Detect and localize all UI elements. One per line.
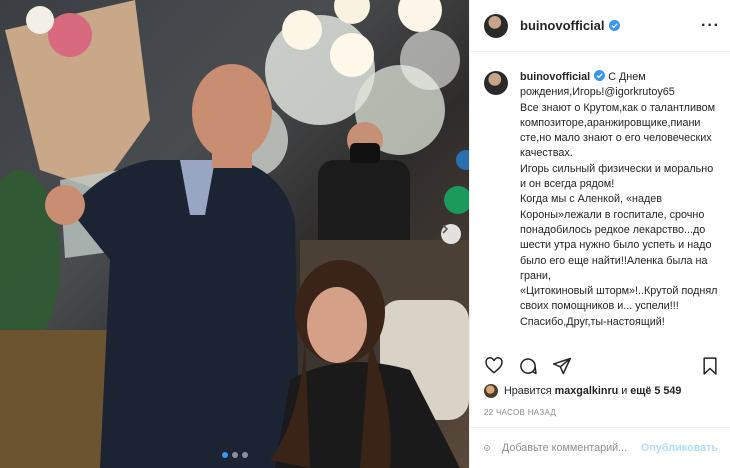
smiley-icon[interactable] — [484, 439, 490, 457]
heart-icon[interactable] — [484, 356, 504, 376]
bookmark-icon[interactable] — [700, 356, 720, 376]
likes-count[interactable]: ещё 5 549 — [630, 385, 681, 397]
post-caption: buinovofficial С Днем рождения,Игорь!@ig… — [470, 52, 730, 346]
publish-button[interactable]: Опубликовать — [641, 442, 718, 454]
chevron-right-icon — [442, 224, 449, 234]
caption-line: Игорь сильный физически и морально и он … — [520, 162, 714, 191]
comment-bar: Опубликовать — [470, 427, 730, 468]
post-timestamp[interactable]: 22 ЧАСОВ НАЗАД — [484, 408, 556, 417]
caption-line: «Цитокиновый шторм»!..Крутой поднял свои… — [520, 285, 718, 313]
comment-input[interactable] — [501, 442, 641, 454]
caption-line: Все знают о Крутом,как о талантливом ком… — [520, 101, 716, 129]
more-options-icon[interactable]: ··· — [701, 17, 720, 35]
photo-illustration — [0, 0, 469, 468]
caption-text: buinovofficial С Днем рождения,Игорь!@ig… — [520, 70, 718, 346]
avatar[interactable] — [484, 13, 508, 38]
share-icon[interactable] — [552, 356, 572, 376]
likes-summary: Нравится maxgalkinru и ещё 5 549 — [484, 384, 681, 398]
carousel-dot — [231, 452, 238, 458]
caption-line: Спасибо,Друг,ты-настоящий! — [520, 315, 665, 328]
post-actions — [484, 354, 720, 378]
avatar[interactable] — [484, 384, 498, 398]
verified-badge-icon — [594, 70, 606, 81]
carousel-dot — [241, 452, 248, 458]
carousel-dot — [221, 452, 228, 458]
caption-line: Когда мы с Аленкой, «надев Короны»лежали… — [520, 193, 712, 282]
caption-username[interactable]: buinovofficial — [520, 71, 590, 83]
likes-prefix: Нравится — [504, 385, 552, 397]
comment-icon[interactable] — [518, 356, 538, 376]
likes-and: и — [621, 385, 628, 397]
post-photo[interactable] — [0, 0, 469, 468]
caption-line: сте,но мало знают о его человеческих кач… — [520, 132, 712, 160]
liker-username[interactable]: maxgalkinru — [555, 385, 619, 397]
carousel-indicator — [0, 452, 469, 458]
post-sidebar: buinovofficial ··· buinovofficial С Днем… — [469, 0, 730, 468]
author-username[interactable]: buinovofficial — [520, 18, 605, 33]
avatar[interactable] — [484, 71, 508, 95]
verified-badge-icon — [608, 20, 620, 31]
next-photo-button[interactable] — [441, 224, 461, 244]
post-header: buinovofficial ··· — [470, 0, 730, 52]
